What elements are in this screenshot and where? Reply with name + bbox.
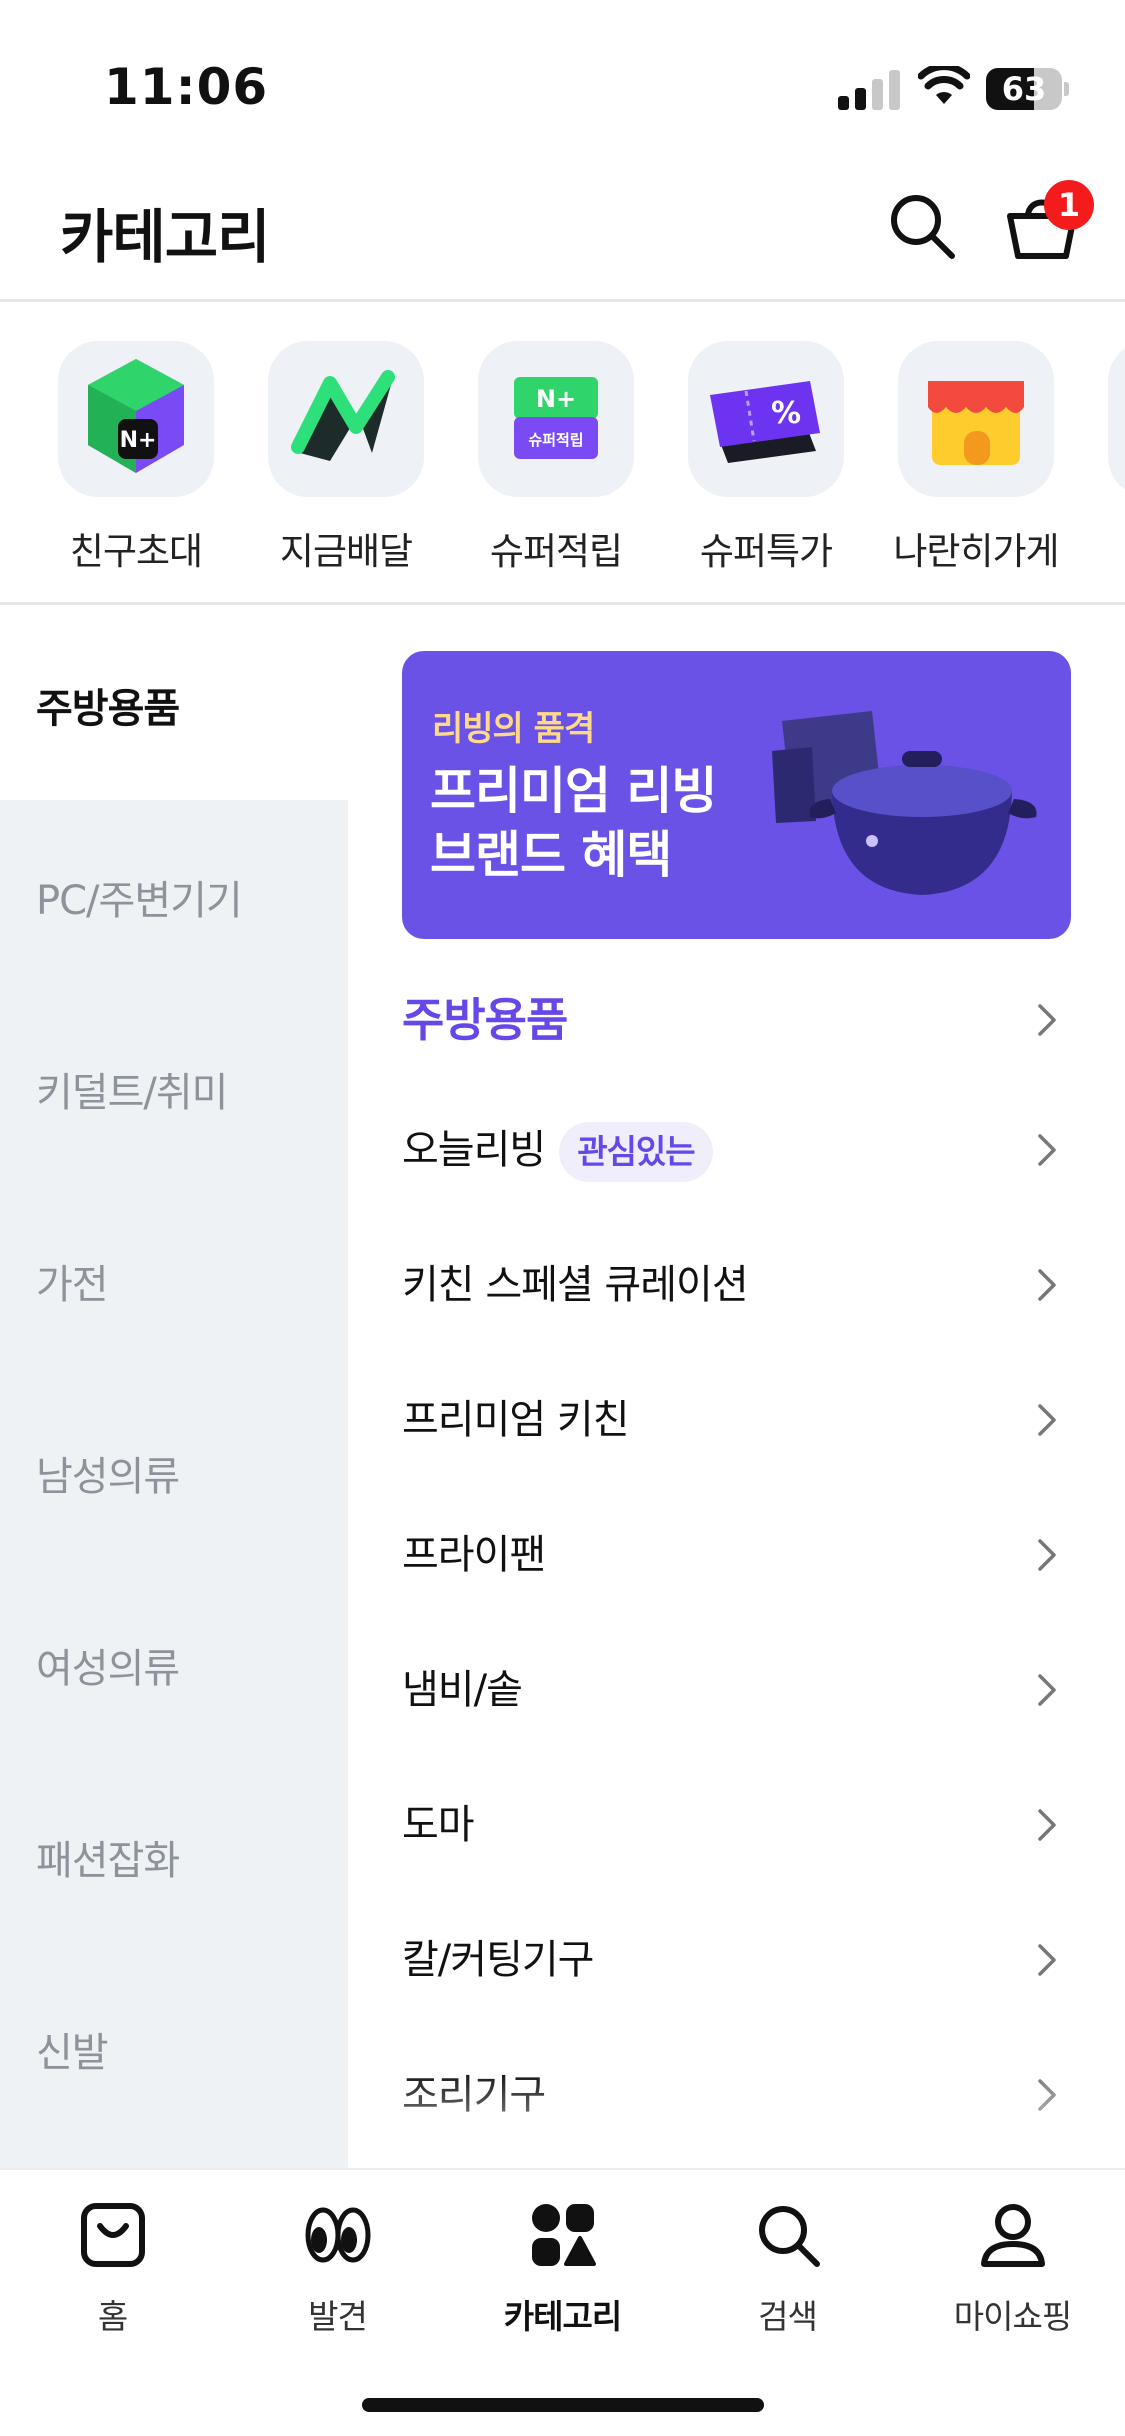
battery-percent: 63: [1001, 70, 1047, 108]
promo-banner[interactable]: 리빙의 품격 프리미엄 리빙 브랜드 혜택: [402, 651, 1071, 939]
instant-delivery-icon: [291, 370, 395, 461]
shortcut-partial[interactable]: 쇼: [1060, 341, 1125, 581]
battery-indicator: 63: [986, 68, 1069, 110]
svg-text:슈퍼적립: 슈퍼적립: [528, 431, 583, 449]
subcategory-item[interactable]: 키친 스페셜 큐레이션: [348, 1220, 1125, 1350]
tab-my-shopping[interactable]: 마이쇼핑: [900, 2200, 1125, 2350]
shortcut-instant-delivery[interactable]: 지금배달: [220, 341, 430, 581]
super-deal-coupon-icon: %: [710, 381, 820, 463]
tab-label: 마이쇼핑: [953, 2297, 1072, 2336]
category-item-pc[interactable]: PC/주변기기: [0, 800, 348, 992]
subcategory-item[interactable]: 도마: [348, 1760, 1125, 1890]
subcategory-label: 도마: [402, 1802, 475, 1848]
cart-count-badge: 1: [1044, 180, 1094, 230]
subcategory-label: 칼/커팅기구: [402, 1937, 594, 1983]
shortcut-row: N+ 친구초대 지금배달 N+ 슈퍼적립 슈퍼적립 % 슈퍼특가 나란히가게: [0, 305, 1125, 605]
svg-text:%: %: [771, 396, 801, 431]
chevron-right-icon: [1038, 1404, 1056, 1436]
category-item-kidult[interactable]: 키덜트/취미: [0, 992, 348, 1184]
tab-label: 발견: [308, 2297, 368, 2336]
tab-label: 검색: [758, 2297, 818, 2336]
subcategory-label: 키친 스페셜 큐레이션: [402, 1262, 749, 1308]
super-points-icon: N+ 슈퍼적립: [514, 377, 598, 459]
subcategory-label: 프라이팬: [402, 1532, 546, 1578]
bottom-tab-bar: 홈 발견 카테고리 검색 마이쇼핑: [0, 2168, 1125, 2436]
subcategory-label: 프리미엄 키친: [402, 1397, 630, 1443]
shortcut-friend-invite[interactable]: N+ 친구초대: [10, 341, 220, 581]
interest-tag: 관심있는: [559, 1122, 713, 1182]
subcategory-item[interactable]: 냄비/솥: [348, 1625, 1125, 1755]
home-indicator: [362, 2398, 764, 2412]
list-fade: [348, 2070, 1125, 2170]
tab-discover[interactable]: 발견: [225, 2200, 450, 2350]
tab-label: 카테고리: [503, 2297, 622, 2336]
tab-label: 홈: [97, 2297, 128, 2336]
category-label: 남성의류: [36, 1454, 180, 1500]
category-label: PC/주변기기: [36, 878, 243, 924]
category-sidebar: 주방용품 PC/주변기기 키덜트/취미 가전 남성의류 여성의류 패션잡화 신발: [0, 608, 348, 2168]
category-item-appliance[interactable]: 가전: [0, 1184, 348, 1376]
banner-headline-2: 브랜드 혜택: [430, 826, 672, 884]
subcategory-item[interactable]: 칼/커팅기구: [348, 1895, 1125, 2025]
category-label: 주방용품: [36, 686, 180, 732]
category-item-fashion-acc[interactable]: 패션잡화: [0, 1760, 348, 1952]
subcategory-label: 오늘리빙: [402, 1127, 546, 1173]
status-bar: 11:06 63: [0, 0, 1125, 150]
subcategory-label: 냄비/솥: [402, 1667, 523, 1713]
page-title: 카테고리: [60, 203, 270, 271]
home-bag-icon: [81, 2203, 145, 2267]
status-time: 11:06: [104, 58, 269, 116]
subcategory-item[interactable]: 프리미엄 키친: [348, 1355, 1125, 1485]
chevron-right-icon: [1038, 1134, 1056, 1166]
category-label: 키덜트/취미: [36, 1070, 228, 1116]
tab-search[interactable]: 검색: [675, 2200, 900, 2350]
shortcut-super-points[interactable]: N+ 슈퍼적립 슈퍼적립: [430, 341, 640, 581]
app-header: 카테고리: [0, 150, 1125, 302]
cellular-signal-icon: [838, 70, 900, 110]
shortcut-store[interactable]: 나란히가게: [850, 341, 1060, 581]
cookware-illustration: [772, 711, 1037, 895]
tab-category[interactable]: 카테고리: [450, 2200, 675, 2350]
svg-text:N+: N+: [120, 428, 157, 453]
tab-home[interactable]: 홈: [0, 2200, 225, 2350]
category-item-womenswear[interactable]: 여성의류: [0, 1568, 348, 1760]
wifi-icon: [918, 66, 970, 104]
category-item-kitchen[interactable]: 주방용품: [0, 608, 348, 800]
banner-eyebrow: 리빙의 품격: [432, 709, 595, 749]
category-label: 여성의류: [36, 1646, 180, 1692]
banner-headline-1: 프리미엄 리빙: [430, 762, 717, 820]
discover-eyes-icon: [305, 2207, 371, 2263]
subcategory-item[interactable]: 오늘리빙 관심있는: [348, 1085, 1125, 1215]
svg-text:N+: N+: [536, 385, 576, 413]
friend-invite-icon: N+: [88, 359, 184, 473]
chevron-right-icon: [1038, 1539, 1056, 1571]
chevron-right-icon: [1038, 1944, 1056, 1976]
category-item-menswear[interactable]: 남성의류: [0, 1376, 348, 1568]
subcategory-label: 주방용품: [402, 993, 568, 1047]
category-label: 패션잡화: [36, 1838, 180, 1884]
search-icon: [759, 2206, 820, 2267]
profile-icon: [981, 2204, 1045, 2267]
shortcut-super-deal[interactable]: % 슈퍼특가: [640, 341, 850, 581]
category-grid-icon: [532, 2204, 596, 2266]
shortcut-label: 쇼: [1060, 521, 1125, 575]
chevron-right-icon: [1038, 1809, 1056, 1841]
subcategory-item[interactable]: 주방용품: [348, 955, 1125, 1085]
chevron-right-icon: [1038, 1674, 1056, 1706]
category-label: 가전: [36, 1262, 109, 1308]
category-label: 신발: [36, 2030, 109, 2076]
search-icon[interactable]: [884, 188, 960, 264]
store-icon: [928, 381, 1024, 465]
subcategory-list: 주방용품 오늘리빙 관심있는 키친 스페셜 큐레이션 프리미엄 키친 프라이팬 냄…: [348, 955, 1125, 2165]
chevron-right-icon: [1038, 1269, 1056, 1301]
chevron-right-icon: [1038, 1004, 1056, 1036]
category-item-shoes[interactable]: 신발: [0, 1952, 348, 2144]
subcategory-item[interactable]: 프라이팬: [348, 1490, 1125, 1620]
partial-shortcut-icon: [1108, 341, 1125, 497]
